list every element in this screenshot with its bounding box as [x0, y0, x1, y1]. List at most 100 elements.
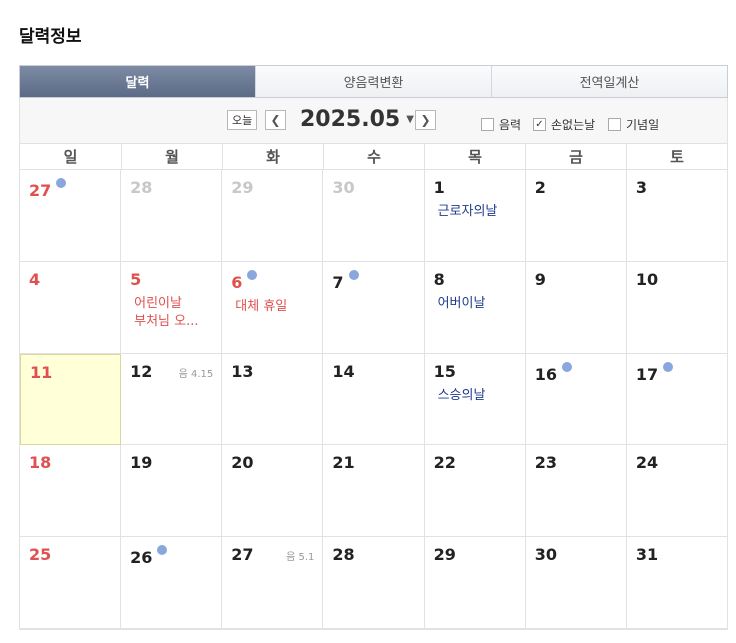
calendar-day[interactable]: 28 [323, 537, 425, 629]
check-icon: ✓ [535, 118, 544, 130]
anniversary-option[interactable]: 기념일 [608, 116, 659, 133]
calendar-day[interactable]: 9 [525, 261, 627, 354]
calendar-day[interactable]: 19 [121, 445, 223, 538]
calendar-day[interactable]: 28 [121, 170, 223, 262]
calendar-day[interactable]: 25 [20, 537, 122, 629]
anniversary-option-label: 기념일 [626, 118, 660, 132]
day-number: 26 [130, 548, 153, 568]
day-number: 14 [332, 361, 355, 381]
calendar-grid: 27 28 29 30 1 근로자의날 2 3 4 5 어린이날 부처님 오... 6 대체 휴일 7 8 어버… [19, 170, 728, 630]
calendar-day[interactable]: 12 음 4.15 [121, 353, 223, 446]
calendar-day[interactable]: 15 스승의날 [424, 353, 526, 446]
calendar-day[interactable]: 2 [525, 170, 627, 262]
day-number: 13 [231, 361, 254, 381]
event-item[interactable]: 근로자의날 [438, 203, 516, 221]
calendar-day[interactable]: 4 [20, 261, 122, 354]
day-number: 12 [130, 361, 153, 381]
day-number: 29 [433, 545, 456, 565]
today-button[interactable]: 오늘 [227, 110, 258, 130]
calendar-day[interactable]: 26 [121, 537, 223, 629]
weekday-sat: 토 [626, 144, 727, 169]
day-number: 30 [534, 545, 557, 565]
day-number: 18 [29, 453, 52, 473]
no-evil-day-dot-icon [663, 361, 674, 372]
calendar-day[interactable]: 30 [323, 170, 425, 262]
event-item[interactable]: 어버이날 [438, 295, 516, 313]
page-title: 달력정보 [19, 27, 82, 47]
calendar-day[interactable]: 17 [626, 353, 728, 446]
weekday-fri: 금 [525, 144, 626, 169]
weekday-mon: 월 [121, 144, 222, 169]
calendar-day[interactable]: 7 [323, 261, 425, 354]
calendar-day[interactable]: 8 어버이날 [424, 261, 526, 354]
anniversary-checkbox[interactable] [608, 118, 621, 131]
calendar-day[interactable]: 31 [626, 537, 728, 629]
calendar-day[interactable]: 22 [424, 445, 526, 538]
tab-lunar-conversion[interactable]: 양음력변환 [255, 66, 491, 97]
calendar-day[interactable]: 1 근로자의날 [424, 170, 526, 262]
calendar-day-today[interactable]: 11 [20, 353, 122, 446]
chevron-left-icon: ❮ [270, 113, 281, 127]
calendar-day[interactable]: 5 어린이날 부처님 오... [121, 261, 223, 354]
day-number: 28 [130, 178, 153, 197]
tab-calendar[interactable]: 달력 [20, 66, 255, 97]
calendar-day[interactable]: 16 [525, 353, 627, 446]
calendar-day[interactable]: 10 [626, 261, 728, 354]
day-number: 9 [534, 269, 546, 289]
day-number: 11 [30, 362, 53, 382]
event-list: 스승의날 [434, 387, 516, 405]
next-month-button[interactable]: ❯ [415, 110, 436, 130]
calendar-day[interactable]: 27 음 5.1 [222, 537, 324, 629]
event-item[interactable]: 부처님 오... [134, 313, 212, 331]
no-evil-day-option[interactable]: ✓ 손없는날 [533, 116, 595, 133]
calendar-day[interactable]: 3 [626, 170, 728, 262]
no-evil-day-dot-icon [247, 269, 258, 280]
calendar-day[interactable]: 29 [424, 537, 526, 629]
event-item[interactable]: 대체 휴일 [235, 298, 313, 316]
day-number: 20 [231, 453, 254, 473]
tab-discharge-calculator[interactable]: 전역일계산 [491, 66, 727, 97]
calendar-day[interactable]: 13 [222, 353, 324, 446]
day-number: 17 [635, 364, 659, 384]
calendar-day[interactable]: 29 [222, 170, 324, 262]
prev-month-button[interactable]: ❮ [265, 110, 286, 130]
month-selector[interactable]: 2025.05 ▼ [300, 107, 414, 132]
day-number: 15 [433, 361, 456, 381]
event-list: 어린이날 부처님 오... [130, 295, 212, 331]
calendar-day[interactable]: 20 [222, 445, 324, 538]
day-number: 27 [231, 545, 254, 565]
day-number: 8 [433, 269, 445, 289]
calendar-day[interactable]: 30 [525, 537, 627, 629]
no-evil-day-dot-icon [561, 361, 572, 372]
weekday-tue: 화 [222, 144, 323, 169]
calendar-day[interactable]: 14 [323, 353, 425, 446]
calendar-day[interactable]: 6 대체 휴일 [222, 261, 324, 354]
calendar-toolbar: 오늘 ❮ 2025.05 ▼ ❯ 음력 ✓ 손없는날 기념일 [19, 98, 728, 143]
day-number: 31 [635, 545, 659, 565]
lunar-checkbox[interactable] [481, 118, 494, 131]
weekday-header: 일 월 화 수 목 금 토 [19, 143, 728, 170]
day-number: 30 [332, 178, 355, 197]
event-item[interactable]: 스승의날 [438, 387, 516, 405]
calendar-day[interactable]: 24 [626, 445, 728, 538]
event-list: 대체 휴일 [231, 298, 313, 316]
day-number: 5 [130, 269, 142, 289]
day-number: 7 [332, 272, 344, 292]
day-number: 27 [29, 181, 52, 200]
event-item[interactable]: 어린이날 [134, 295, 212, 313]
caret-down-icon: ▼ [406, 114, 414, 125]
day-number: 29 [231, 178, 254, 197]
no-evil-day-dot-icon [157, 545, 168, 556]
day-number: 3 [635, 178, 647, 197]
day-number: 2 [534, 178, 546, 197]
day-number: 4 [29, 269, 41, 289]
day-number: 24 [635, 453, 659, 473]
calendar-day[interactable]: 21 [323, 445, 425, 538]
calendar-day[interactable]: 18 [20, 445, 122, 538]
calendar-day[interactable]: 23 [525, 445, 627, 538]
lunar-option[interactable]: 음력 [481, 116, 521, 133]
weekday-wed: 수 [323, 144, 424, 169]
no-evil-day-checkbox[interactable]: ✓ [533, 118, 546, 131]
chevron-right-icon: ❯ [420, 113, 431, 127]
calendar-day[interactable]: 27 [20, 170, 122, 262]
